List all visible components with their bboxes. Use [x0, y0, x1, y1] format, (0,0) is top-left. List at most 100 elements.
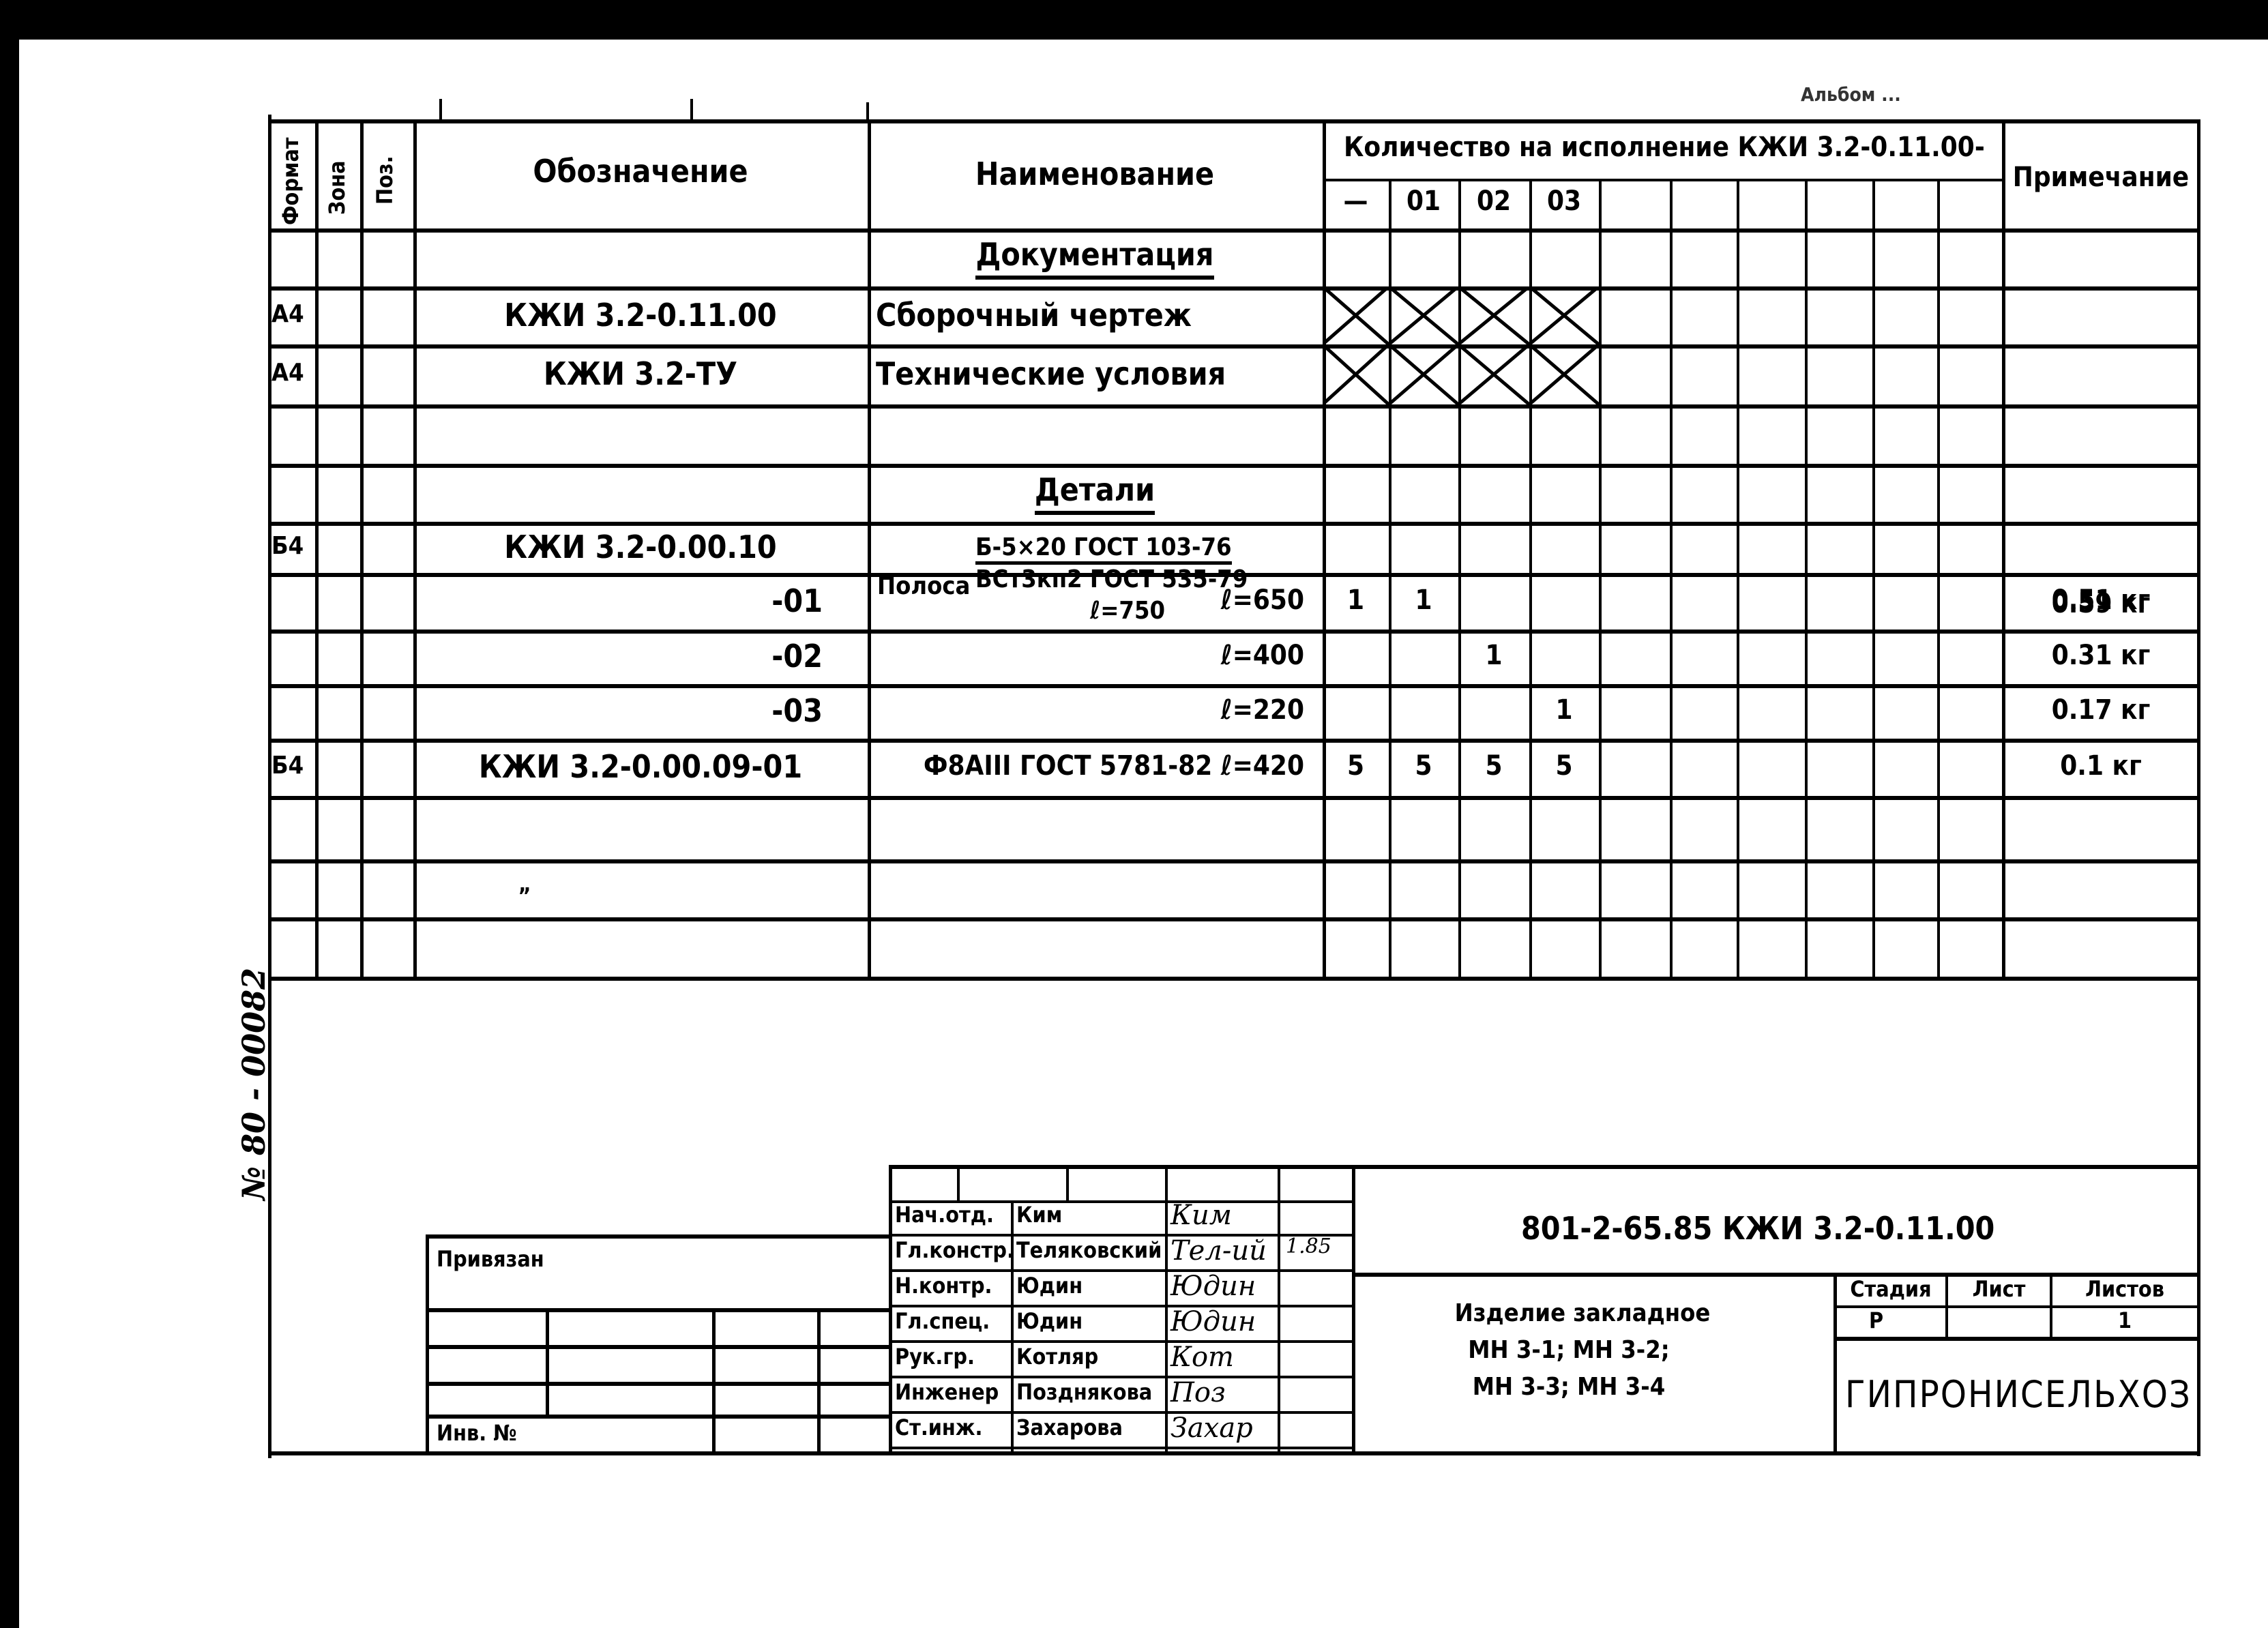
- header-note: Примечание: [2012, 162, 2190, 193]
- tick: [439, 99, 442, 121]
- cell-designation: КЖИ 3.2-0.11.00: [504, 296, 777, 334]
- cell-designation: КЖИ 3.2-0.00.09-01: [478, 748, 803, 785]
- cell-name: ℓ=650: [1220, 584, 1304, 616]
- cell-name: ℓ=220: [1220, 694, 1304, 726]
- grid-line-h: [268, 286, 2200, 291]
- sheets-value: 1: [2117, 1307, 2132, 1333]
- crossed-cell-icon: [1529, 344, 1599, 404]
- title-block-top: [889, 1165, 2200, 1169]
- binding-line: [426, 1345, 892, 1349]
- grid-line-h: [268, 404, 2200, 409]
- quantity-column-header: 03: [1546, 186, 1582, 217]
- crossed-cell-icon: [1323, 344, 1389, 404]
- title-divider: [1833, 1337, 2200, 1341]
- frame-top: [268, 119, 2200, 123]
- grid-line-h: [268, 796, 2200, 800]
- binding-attached-label: Привязан: [437, 1246, 544, 1272]
- title-divider: [1833, 1305, 2200, 1308]
- signature-role: Инженер: [895, 1379, 999, 1405]
- crossed-cell-icon: [1529, 286, 1599, 344]
- cell-note: 0.17 кг: [2051, 694, 2151, 726]
- handwritten-signature: Захар: [1170, 1412, 1253, 1444]
- cell-name: ℓ=400: [1220, 640, 1304, 671]
- header-pos: Поз.: [372, 156, 398, 205]
- signature-row-line: [889, 1305, 1353, 1307]
- handwritten-signature: Кот: [1170, 1342, 1234, 1373]
- signature-name: Захарова: [1016, 1415, 1123, 1440]
- grid-line-h: [1323, 179, 2002, 181]
- binding-left: [426, 1234, 429, 1454]
- crossed-cell-icon: [1389, 286, 1458, 344]
- header-name: Наименование: [975, 156, 1215, 192]
- signature-row-line: [889, 1411, 1353, 1414]
- signature-name: Позднякова: [1016, 1379, 1153, 1405]
- product-name-line-1: Изделие закладное: [1454, 1299, 1711, 1327]
- grid-line-v: [1872, 179, 1875, 977]
- stage-label: Стадия: [1850, 1276, 1932, 1302]
- sheet-label: Лист: [1972, 1276, 2026, 1302]
- signature-role: Ст.инж.: [895, 1415, 983, 1440]
- scan-border-left: [0, 0, 19, 1628]
- grid-line-h: [268, 228, 2200, 233]
- cell-name-numerator: Б-5×20 ГОСТ 103-76: [975, 535, 1232, 565]
- document-code: 801-2-65.85 КЖИ 3.2-0.11.00: [1521, 1210, 1995, 1247]
- grid-line-h: [268, 344, 2200, 349]
- grid-line-h: [268, 739, 2200, 743]
- sig-col: [1066, 1165, 1069, 1202]
- signature-name: Котляр: [1016, 1344, 1099, 1370]
- signature-row-line: [889, 1269, 1353, 1272]
- frame-bottom: [268, 1451, 2200, 1455]
- tick: [690, 99, 693, 121]
- signature-name: Юдин: [1016, 1308, 1083, 1334]
- cell-quantity: 5: [1415, 750, 1432, 782]
- quantity-column-header: 02: [1476, 186, 1512, 217]
- cell-quantity: 1: [1346, 584, 1365, 616]
- cell-format: А4: [271, 359, 304, 387]
- signature-row-line: [889, 1340, 1353, 1343]
- product-name-line-2: МН 3-1; МН 3-2;: [1468, 1336, 1670, 1364]
- grid-line-v: [360, 121, 364, 977]
- grid-line-v: [2002, 121, 2005, 977]
- grid-line-v: [1599, 179, 1602, 977]
- title-divider: [1352, 1273, 2200, 1277]
- cell-designation: -01: [771, 582, 823, 619]
- cell-name: Сборочный чертеж: [876, 296, 1192, 334]
- cell-format: Б4: [271, 531, 304, 560]
- handwritten-signature: Поз: [1170, 1377, 1226, 1408]
- grid-line-v: [1937, 179, 1940, 977]
- handwritten-signature: Юдин: [1170, 1271, 1256, 1302]
- cell-name: Технические условия: [876, 355, 1226, 392]
- signature-row-line: [889, 1234, 1353, 1237]
- cell-note: 0.51 кг: [2051, 584, 2151, 616]
- cell-quantity: 1: [1555, 694, 1573, 726]
- cell-designation: КЖИ 3.2-ТУ: [543, 355, 738, 392]
- header-zone: Зона: [324, 160, 350, 215]
- cell-quantity: 5: [1346, 750, 1365, 782]
- binding-inv-label: Инв. №: [437, 1420, 517, 1446]
- cell-note: 0.1 кг: [2060, 750, 2142, 782]
- quantity-column-header: 01: [1406, 186, 1441, 217]
- signature-row-line: [889, 1447, 1353, 1449]
- crossed-cell-icon: [1458, 286, 1529, 344]
- top-faint-note: Альбом ...: [1801, 83, 1901, 106]
- binding-line: [426, 1382, 892, 1386]
- quantity-column-header: —: [1343, 186, 1368, 217]
- crossed-cell-icon: [1323, 286, 1389, 344]
- cell-quantity: 5: [1485, 750, 1503, 782]
- signature-name: Ким: [1016, 1202, 1063, 1228]
- grid-line-v: [1323, 121, 1326, 977]
- handwritten-signature: Юдин: [1170, 1306, 1256, 1337]
- scan-border-top: [0, 0, 2268, 40]
- grid-line-h: [268, 630, 2200, 634]
- stray-mark: „: [518, 871, 531, 897]
- product-name-line-3: МН 3-3; МН 3-4: [1472, 1373, 1666, 1401]
- header-quantity-group: Количество на исполнение КЖИ 3.2-0.11.00…: [1344, 132, 1985, 163]
- section-title-text: Документация: [975, 235, 1214, 280]
- header-designation: Обозначение: [533, 153, 748, 190]
- binding-top: [426, 1234, 892, 1239]
- signature-name: Теляковский: [1016, 1237, 1162, 1263]
- signature-role: Нач.отд.: [895, 1202, 994, 1228]
- stage-value: Р: [1869, 1307, 1884, 1333]
- grid-line-v: [315, 121, 319, 977]
- grid-line-h: [268, 522, 2200, 526]
